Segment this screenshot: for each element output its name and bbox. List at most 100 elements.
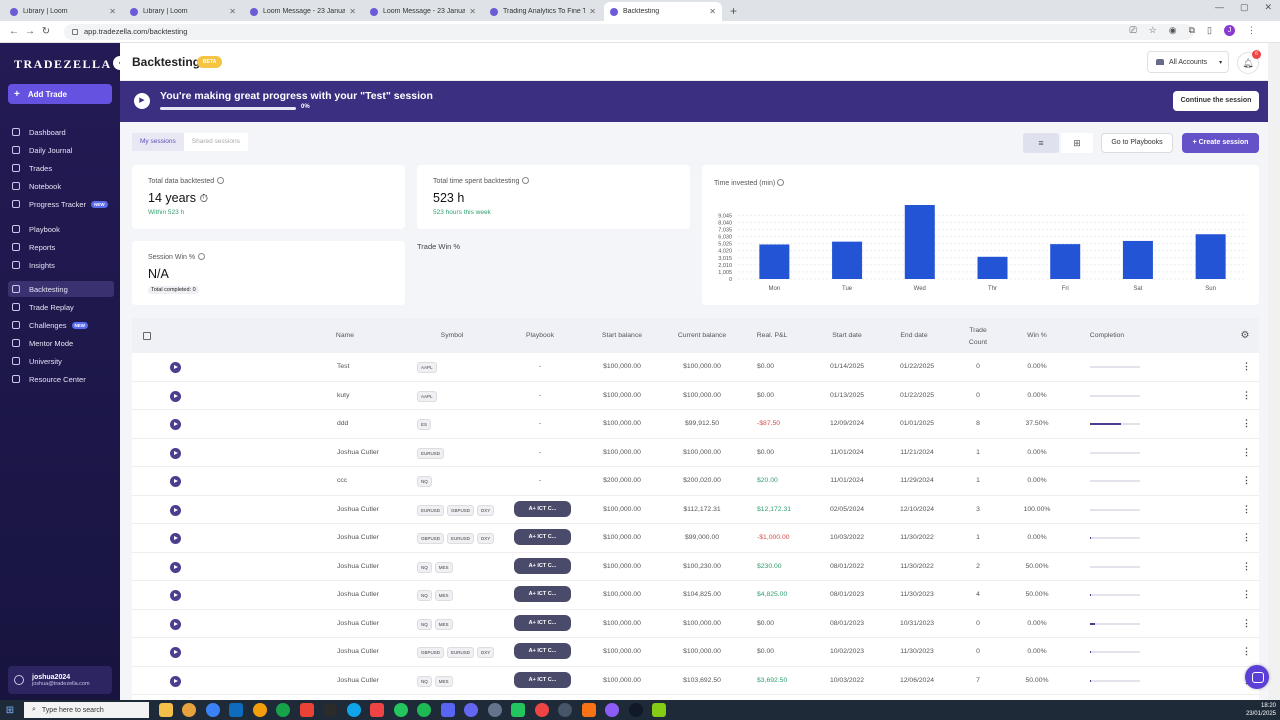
- minimize-icon[interactable]: —: [1215, 2, 1224, 13]
- table-row[interactable]: Joshua Cutler EURUSD - $100,000.00 $100,000.…: [132, 439, 1259, 467]
- sidebar-item-notebook[interactable]: Notebook: [8, 178, 114, 194]
- page-scrollbar[interactable]: [1268, 43, 1280, 700]
- session-name[interactable]: Joshua Cutler: [302, 449, 387, 456]
- table-row[interactable]: Joshua Cutler GBPUSD EURUSD DXY A+ ICT C... $…: [132, 638, 1259, 667]
- session-name[interactable]: Joshua Cutler: [302, 563, 387, 570]
- row-menu-icon[interactable]: ⋮: [1242, 447, 1251, 458]
- chart-bar-fri[interactable]: [1050, 244, 1081, 279]
- edge-dev-icon[interactable]: [346, 703, 361, 717]
- browser-tab[interactable]: Trading Analytics To Fine Tune✕: [484, 2, 602, 21]
- tradezella-logo[interactable]: TRADEZELLA: [14, 57, 112, 72]
- row-menu-icon[interactable]: ⋮: [1242, 646, 1251, 657]
- sidebar-item-playbook[interactable]: Playbook: [8, 221, 114, 237]
- play-session-icon[interactable]: [170, 618, 181, 630]
- play-session-icon[interactable]: [170, 504, 181, 516]
- loom-icon[interactable]: [628, 703, 643, 717]
- row-menu-icon[interactable]: ⋮: [1242, 504, 1251, 515]
- grid-view-icon[interactable]: ⊞: [1061, 133, 1093, 153]
- table-row[interactable]: Joshua Cutler NQ MES A+ ICT C... $100,000.00…: [132, 667, 1259, 695]
- sidebar-item-resource-center[interactable]: Resource Center: [8, 371, 114, 387]
- sidebar-item-trades[interactable]: Trades: [8, 160, 114, 176]
- steam-icon[interactable]: [558, 703, 572, 717]
- spotify-icon[interactable]: [417, 703, 431, 717]
- chart-bar-sat[interactable]: [1122, 240, 1153, 279]
- add-trade-button[interactable]: + Add Trade: [8, 84, 112, 104]
- sidebar-item-trade-replay[interactable]: Trade Replay: [8, 299, 114, 315]
- playbook-pill[interactable]: A+ ICT C...: [514, 643, 571, 659]
- mail-icon[interactable]: [205, 703, 220, 717]
- session-name[interactable]: Joshua Cutler: [302, 648, 387, 655]
- info-icon[interactable]: [198, 253, 206, 260]
- copilot-icon[interactable]: [158, 703, 173, 717]
- sidebar-panel-icon[interactable]: ▯: [1207, 25, 1212, 36]
- col-win[interactable]: Win %: [1017, 332, 1057, 339]
- puzzle-icon[interactable]: ⧉: [1189, 25, 1195, 36]
- list-view-icon[interactable]: ≡: [1023, 133, 1059, 153]
- play-session-icon[interactable]: [170, 447, 181, 459]
- col-pnl[interactable]: Real. P&L: [747, 332, 797, 339]
- table-row[interactable]: Joshua Cutler NQ MES A+ ICT C... $100,000.00…: [132, 553, 1259, 581]
- new-tab-icon[interactable]: +: [730, 2, 737, 21]
- playbook-pill[interactable]: A+ ICT C...: [514, 529, 571, 545]
- browser-tab[interactable]: Library | Loom ✕: [4, 2, 122, 21]
- playbook-pill[interactable]: A+ ICT C...: [514, 557, 571, 574]
- teams-icon[interactable]: [464, 703, 478, 717]
- chat-support-icon[interactable]: [1245, 665, 1269, 689]
- taskbar-search[interactable]: ⌕ Type here to search: [24, 702, 149, 718]
- table-row[interactable]: Joshua Cutler NQ MES A+ ICT C... $100,000.00…: [132, 581, 1259, 610]
- extension-icon[interactable]: ◉: [1169, 25, 1177, 36]
- play-session-icon[interactable]: [170, 390, 181, 402]
- close-tab-icon[interactable]: ✕: [349, 7, 356, 16]
- obs-icon[interactable]: [487, 703, 502, 717]
- sidebar-item-backtesting[interactable]: Backtesting: [8, 281, 114, 297]
- play-session-icon[interactable]: [170, 533, 181, 544]
- file-explorer-icon[interactable]: [252, 703, 267, 717]
- maximize-icon[interactable]: ▢: [1240, 2, 1249, 13]
- continue-session-button[interactable]: Continue the session: [1173, 91, 1259, 111]
- play-session-icon[interactable]: [170, 561, 181, 573]
- forward-icon[interactable]: →: [22, 26, 38, 37]
- tradingview-icon[interactable]: [605, 703, 619, 717]
- row-menu-icon[interactable]: ⋮: [1242, 475, 1251, 486]
- close-tab-icon[interactable]: ✕: [709, 7, 716, 16]
- close-window-icon[interactable]: ✕: [1264, 2, 1272, 13]
- playbook-pill[interactable]: A+ ICT C...: [514, 671, 571, 688]
- table-row[interactable]: ccc NQ - $200,000.00 $200,020.00 $20.00 11/01/…: [132, 467, 1259, 496]
- system-clock[interactable]: 18:20 23/01/2025: [1246, 702, 1276, 718]
- play-session-icon[interactable]: [170, 362, 181, 373]
- edge-icon[interactable]: [182, 703, 196, 717]
- session-name[interactable]: ddd: [302, 420, 387, 427]
- close-tab-icon[interactable]: ✕: [469, 7, 476, 16]
- session-name[interactable]: Joshua Cutler: [302, 506, 387, 513]
- sidebar-item-progress-tracker[interactable]: Progress Tracker NEW: [8, 196, 114, 212]
- info-icon[interactable]: [522, 177, 530, 184]
- cast-icon[interactable]: ⎚: [1129, 25, 1136, 36]
- browser-tab[interactable]: Loom Message - 23 January 2025✕: [364, 2, 482, 21]
- go-to-playbooks-button[interactable]: Go to Playbooks: [1101, 133, 1173, 153]
- browser-tab[interactable]: Library | Loom ✕: [124, 2, 242, 21]
- notion-icon[interactable]: [323, 703, 337, 717]
- col-trade-count[interactable]: Trade Count: [964, 325, 992, 349]
- table-row[interactable]: Test AAPL - $100,000.00 $100,000.00 $0.00 01/1…: [132, 353, 1259, 382]
- row-menu-icon[interactable]: ⋮: [1242, 561, 1251, 572]
- sidebar-item-dashboard[interactable]: Dashboard: [8, 124, 114, 140]
- col-symbol[interactable]: Symbol: [432, 332, 472, 339]
- row-menu-icon[interactable]: ⋮: [1242, 390, 1251, 401]
- col-completion[interactable]: Completion: [1082, 332, 1132, 339]
- col-start-date[interactable]: Start date: [822, 332, 872, 339]
- table-row[interactable]: Joshua Cutler NQ MES A+ ICT C... $100,000.00…: [132, 610, 1259, 638]
- session-name[interactable]: Joshua Cutler: [302, 534, 387, 541]
- accounts-dropdown[interactable]: All Accounts ▾: [1147, 51, 1229, 73]
- session-name[interactable]: Joshua Cutler: [302, 620, 387, 627]
- chart-bar-thr[interactable]: [977, 256, 1008, 279]
- url-field[interactable]: app.tradezella.com/backtesting: [64, 23, 1194, 40]
- user-profile[interactable]: joshua2024 joshua@tradezella.com: [8, 666, 112, 694]
- info-icon[interactable]: [217, 177, 225, 184]
- youtube-icon[interactable]: [534, 703, 549, 717]
- select-all-checkbox[interactable]: [143, 332, 151, 340]
- play-session-icon[interactable]: [170, 476, 181, 487]
- play-session-icon[interactable]: [170, 590, 181, 601]
- table-row[interactable]: Joshua Cutler GBPUSD EURUSD DXY A+ ICT C... $…: [132, 524, 1259, 553]
- outlook-icon[interactable]: [229, 703, 243, 717]
- browser-menu-icon[interactable]: ⋮: [1247, 25, 1256, 36]
